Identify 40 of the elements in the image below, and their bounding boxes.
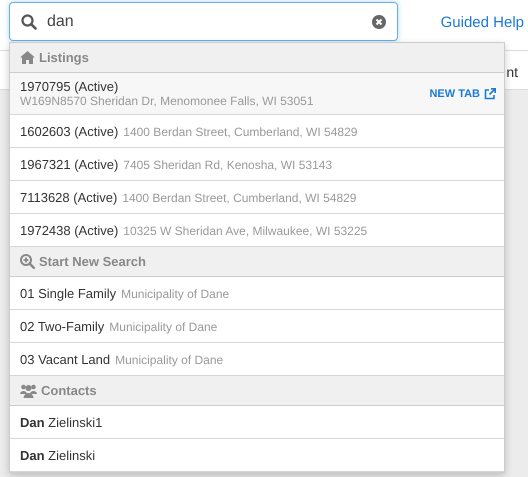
suggestion-item[interactable]: 1972438 (Active) 10325 W Sheridan Ave, Milwaukee, WI 53225	[10, 214, 504, 247]
address-text: 10325 W Sheridan Ave, Milwaukee, WI 53225	[123, 224, 368, 238]
suggestion-item[interactable]: Dan Zielinski	[10, 439, 504, 472]
people-icon	[20, 384, 37, 398]
new-tab-link[interactable]: NEW TAB	[429, 88, 496, 100]
section-header: Contacts	[10, 376, 504, 406]
item-title: 1967321 (Active)	[20, 156, 118, 172]
suggestion-item[interactable]: 1602603 (Active) 1400 Berdan Street, Cumberland, WI 54829	[10, 115, 504, 148]
toolbar-text: nt	[506, 63, 518, 80]
item-title: 7113628 (Active)	[20, 190, 118, 204]
address-text: 7405 Sheridan Rd, Kenosha, WI 53143	[123, 158, 332, 172]
item-title: 01 Single Family	[20, 286, 116, 300]
suggestion-item[interactable]: 1970795 (Active) W169N8570 Sheridan Dr, Menomonee Falls, WI 53051 NEW TAB	[10, 73, 504, 115]
item-title: 1970795 (Active)	[20, 79, 118, 94]
address-text: 1400 Berdan Street, Cumberland, WI 54829	[123, 124, 358, 138]
municipality-text: Municipality of Dane	[121, 286, 230, 300]
item-title: 03 Vacant Land	[20, 352, 110, 366]
suggestion-item[interactable]: 1967321 (Active) 7405 Sheridan Rd, Kenosha, WI 53143	[10, 148, 504, 181]
suggestion-item[interactable]: Dan Zielinski1	[10, 406, 504, 439]
item-title: 02 Two-Family	[20, 318, 104, 334]
guided-help-link[interactable]: Guided Help	[440, 14, 524, 31]
external-link-icon	[484, 88, 496, 100]
suggestion-item[interactable]: 02 Two-Family Municipality of Dane	[10, 310, 504, 343]
address-text: 1400 Berdan Street, Cumberland, WI 54829	[122, 190, 356, 204]
address-text: W169N8570 Sheridan Dr, Menomonee Falls, WI 53051	[20, 94, 314, 108]
search-field[interactable]: dan	[9, 2, 398, 41]
zoom-in-icon	[20, 254, 35, 269]
item-title: 1972438 (Active)	[20, 222, 118, 238]
suggestion-item[interactable]: 03 Vacant Land Municipality of Dane	[10, 343, 504, 376]
house-icon	[20, 51, 35, 64]
section-header: Listings	[10, 43, 504, 73]
clear-icon[interactable]	[372, 15, 386, 29]
contact-name: Dan Zielinski1	[20, 414, 102, 430]
municipality-text: Municipality of Dane	[115, 352, 224, 366]
municipality-text: Municipality of Dane	[109, 320, 218, 334]
suggestion-item[interactable]: 7113628 (Active) 1400 Berdan Street, Cumberland, WI 54829	[10, 181, 504, 214]
section-header: Start New Search	[10, 247, 504, 277]
item-title: 1602603 (Active)	[20, 124, 118, 138]
contact-name: Dan Zielinski	[20, 448, 96, 462]
suggestion-item[interactable]: 01 Single Family Municipality of Dane	[10, 277, 504, 310]
